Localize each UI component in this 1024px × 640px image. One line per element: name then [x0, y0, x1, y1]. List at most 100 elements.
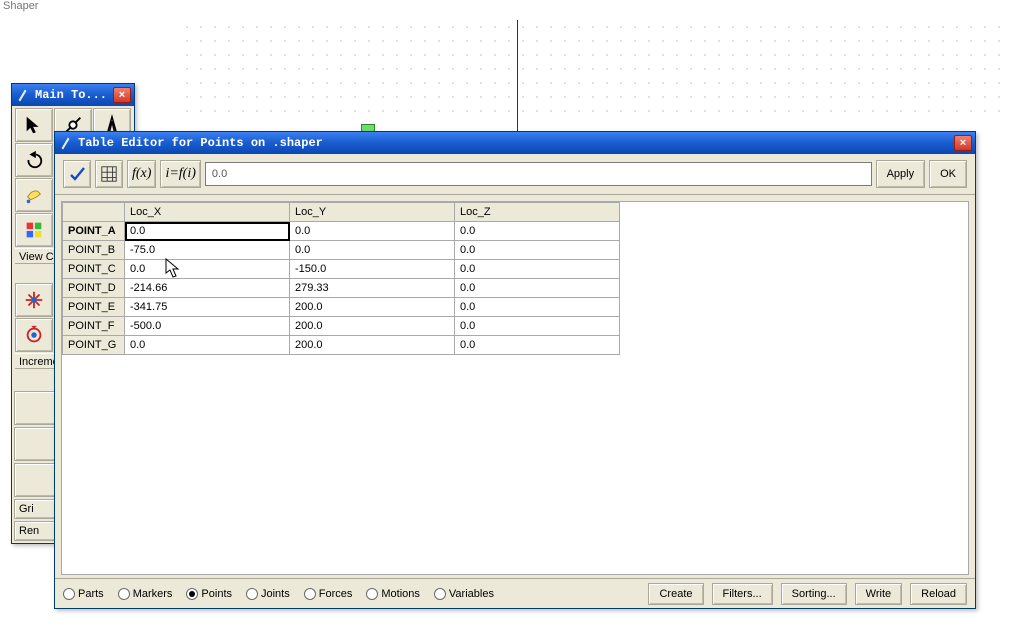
filter-motions[interactable]: Motions — [366, 588, 420, 600]
filter-forces[interactable]: Forces — [304, 588, 353, 600]
main-toolbox-title: Main To... — [35, 88, 107, 102]
cell-y[interactable]: 0.0 — [290, 241, 455, 260]
radio-icon — [118, 588, 130, 600]
fi-label: i=f(i) — [165, 166, 195, 182]
fi-button[interactable]: i=f(i) — [160, 160, 200, 188]
cell-x[interactable]: 0.0 — [125, 222, 290, 241]
filters-label: Filters... — [723, 588, 762, 600]
main-toolbox-titlebar[interactable]: Main To... × — [12, 84, 134, 106]
sorting-button[interactable]: Sorting... — [781, 583, 847, 605]
value-input[interactable]: 0.0 — [205, 162, 872, 186]
app-icon — [17, 88, 31, 102]
table-row[interactable]: POINT_G0.0200.00.0 — [63, 336, 620, 355]
filter-motions-label: Motions — [381, 588, 420, 600]
color-tool[interactable] — [15, 213, 53, 247]
grid-button-label: Gri — [19, 503, 34, 515]
matrix-button[interactable] — [95, 160, 123, 188]
filter-variables[interactable]: Variables — [434, 588, 494, 600]
table-editor-window: Table Editor for Points on .shaper × f(x… — [54, 131, 976, 609]
cell-x[interactable]: 0.0 — [125, 336, 290, 355]
filter-forces-label: Forces — [319, 588, 353, 600]
ok-label: OK — [940, 168, 956, 180]
filter-markers-label: Markers — [133, 588, 173, 600]
cell-y[interactable]: 200.0 — [290, 336, 455, 355]
filter-joints-label: Joints — [261, 588, 290, 600]
editor-title: Table Editor for Points on .shaper — [78, 136, 323, 150]
accept-button[interactable] — [63, 160, 91, 188]
table-row[interactable]: POINT_D-214.66279.330.0 — [63, 279, 620, 298]
select-tool[interactable] — [15, 108, 53, 142]
create-button[interactable]: Create — [648, 583, 703, 605]
filter-points[interactable]: Points — [186, 588, 232, 600]
corner-header[interactable] — [63, 203, 125, 222]
vertical-axis — [517, 20, 518, 132]
cell-y[interactable]: 279.33 — [290, 279, 455, 298]
cell-x[interactable]: -75.0 — [125, 241, 290, 260]
editor-footer: Parts Markers Points Joints Forces Motio… — [55, 578, 975, 608]
apply-button[interactable]: Apply — [876, 160, 926, 188]
cell-x[interactable]: -341.75 — [125, 298, 290, 317]
table-row[interactable]: POINT_F-500.0200.00.0 — [63, 317, 620, 336]
cell-x[interactable]: -500.0 — [125, 317, 290, 336]
cell-z[interactable]: 0.0 — [455, 260, 620, 279]
cell-z[interactable]: 0.0 — [455, 317, 620, 336]
cell-z[interactable]: 0.0 — [455, 298, 620, 317]
table-row[interactable]: POINT_B-75.00.00.0 — [63, 241, 620, 260]
radio-icon — [434, 588, 446, 600]
dot-grid-background — [180, 20, 1000, 120]
create-label: Create — [659, 588, 692, 600]
filters-button[interactable]: Filters... — [712, 583, 773, 605]
row-header[interactable]: POINT_A — [63, 222, 125, 241]
filter-variables-label: Variables — [449, 588, 494, 600]
reload-label: Reload — [921, 588, 956, 600]
editor-titlebar[interactable]: Table Editor for Points on .shaper × — [55, 132, 975, 154]
row-header[interactable]: POINT_D — [63, 279, 125, 298]
col-header-x[interactable]: Loc_X — [125, 203, 290, 222]
cell-y[interactable]: 0.0 — [290, 222, 455, 241]
radio-icon — [246, 588, 258, 600]
cell-z[interactable]: 0.0 — [455, 222, 620, 241]
row-header[interactable]: POINT_B — [63, 241, 125, 260]
row-header[interactable]: POINT_F — [63, 317, 125, 336]
cell-x[interactable]: 0.0 — [125, 260, 290, 279]
render-button-label: Ren — [19, 525, 39, 537]
sorting-label: Sorting... — [792, 588, 836, 600]
cell-y[interactable]: -150.0 — [290, 260, 455, 279]
col-header-z[interactable]: Loc_Z — [455, 203, 620, 222]
filter-points-label: Points — [201, 588, 232, 600]
write-button[interactable]: Write — [855, 583, 902, 605]
cell-z[interactable]: 0.0 — [455, 336, 620, 355]
paint-tool[interactable] — [15, 178, 53, 212]
radio-icon — [304, 588, 316, 600]
cell-x[interactable]: -214.66 — [125, 279, 290, 298]
expand-tool[interactable] — [15, 283, 53, 317]
points-table[interactable]: Loc_X Loc_Y Loc_Z POINT_A0.00.00.0POINT_… — [62, 202, 620, 355]
cell-z[interactable]: 0.0 — [455, 241, 620, 260]
fx-label: f(x) — [132, 166, 151, 182]
fx-button[interactable]: f(x) — [127, 160, 156, 188]
rotate-tool[interactable] — [15, 318, 53, 352]
table-row[interactable]: POINT_E-341.75200.00.0 — [63, 298, 620, 317]
cell-y[interactable]: 200.0 — [290, 298, 455, 317]
cell-y[interactable]: 200.0 — [290, 317, 455, 336]
row-header[interactable]: POINT_C — [63, 260, 125, 279]
row-header[interactable]: POINT_G — [63, 336, 125, 355]
undo-tool[interactable] — [15, 143, 53, 177]
reload-button[interactable]: Reload — [910, 583, 967, 605]
filter-markers[interactable]: Markers — [118, 588, 173, 600]
close-icon[interactable]: × — [954, 135, 972, 151]
table-row[interactable]: POINT_C0.0-150.00.0 — [63, 260, 620, 279]
editor-toolbar: f(x) i=f(i) 0.0 Apply OK — [55, 154, 975, 195]
filter-joints[interactable]: Joints — [246, 588, 290, 600]
row-header[interactable]: POINT_E — [63, 298, 125, 317]
table-row[interactable]: POINT_A0.00.00.0 — [63, 222, 620, 241]
cell-z[interactable]: 0.0 — [455, 279, 620, 298]
close-icon[interactable]: × — [113, 87, 131, 103]
col-header-y[interactable]: Loc_Y — [290, 203, 455, 222]
workspace-label: Shaper — [3, 0, 38, 12]
radio-icon — [63, 588, 75, 600]
ok-button[interactable]: OK — [929, 160, 967, 188]
filter-parts[interactable]: Parts — [63, 588, 104, 600]
value-input-text: 0.0 — [212, 168, 227, 180]
write-label: Write — [866, 588, 891, 600]
